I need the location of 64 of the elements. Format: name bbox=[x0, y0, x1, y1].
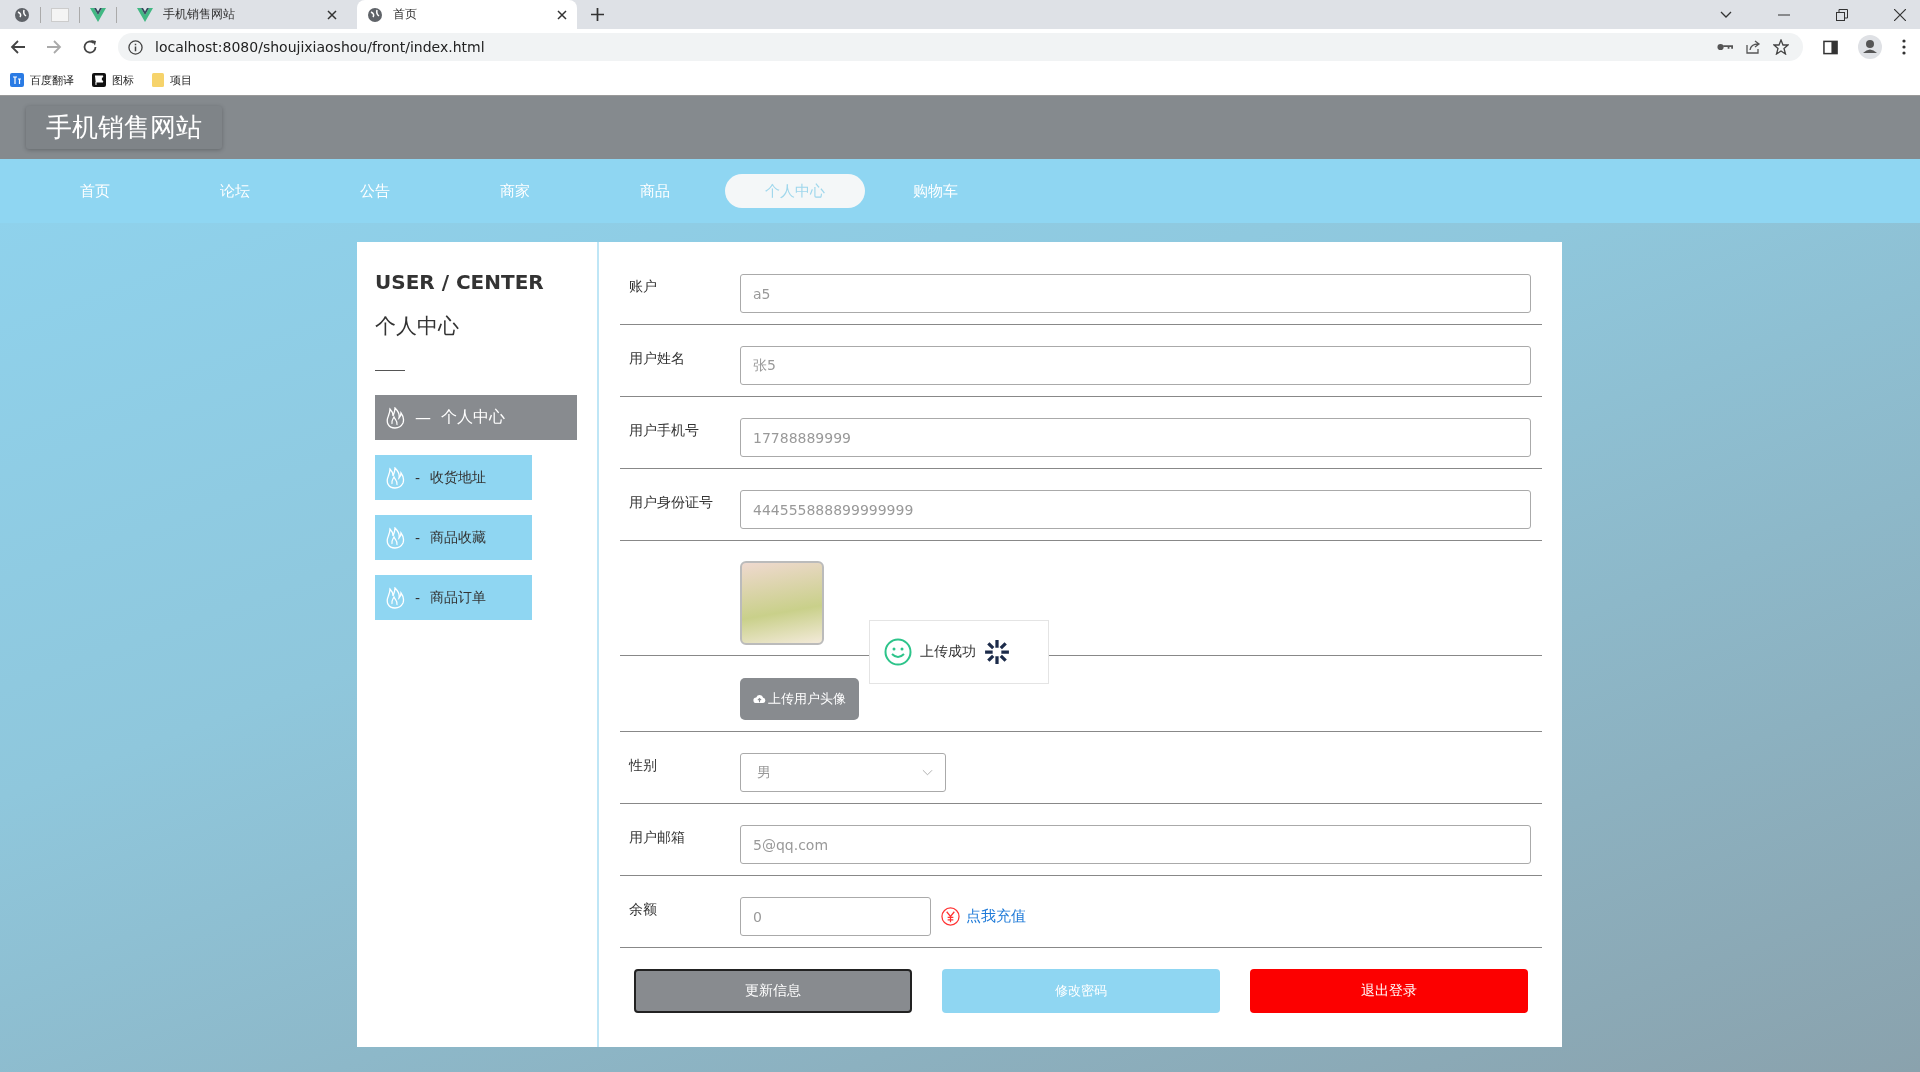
close-icon[interactable] bbox=[557, 9, 567, 20]
bookmark-link[interactable]: 图标 bbox=[112, 72, 134, 88]
input-field[interactable]: 17788889999 bbox=[740, 418, 1531, 457]
info-icon[interactable] bbox=[128, 39, 143, 55]
more-menu-icon[interactable] bbox=[1902, 39, 1906, 55]
chevron-down-icon[interactable] bbox=[1720, 10, 1732, 19]
globe-icon[interactable] bbox=[14, 6, 30, 23]
field-label: 余额 bbox=[629, 900, 658, 919]
section-heading: USER / CENTER bbox=[375, 270, 545, 294]
folder-icon bbox=[152, 73, 164, 87]
bookmark-link[interactable]: 百度翻译 bbox=[30, 72, 74, 88]
sidebar-item[interactable]: - 商品收藏 bbox=[375, 515, 532, 560]
toast-message: 上传成功 bbox=[920, 643, 976, 661]
flag-icon bbox=[92, 73, 106, 87]
browser-tab[interactable]: 首页 bbox=[357, 0, 577, 29]
flame-icon bbox=[385, 466, 405, 489]
close-icon[interactable] bbox=[327, 9, 337, 20]
side-panel-icon[interactable] bbox=[1823, 39, 1838, 55]
new-tab-icon[interactable] bbox=[591, 8, 604, 21]
section-subtitle: 个人中心 bbox=[375, 313, 460, 340]
sidebar-item[interactable]: - 收货地址 bbox=[375, 455, 532, 500]
star-icon[interactable] bbox=[1773, 39, 1789, 55]
smiley-icon bbox=[884, 638, 912, 666]
minimize-icon[interactable] bbox=[1778, 13, 1790, 16]
v-logo-icon bbox=[137, 7, 153, 22]
field-label: 用户身份证号 bbox=[629, 493, 714, 512]
field-label: 用户邮箱 bbox=[629, 828, 686, 847]
url-text[interactable]: localhost:8080/shoujixiaoshou/front/index.html bbox=[155, 39, 485, 55]
back-arrow-icon[interactable] bbox=[10, 39, 26, 55]
input-field[interactable]: 5@qq.com bbox=[740, 825, 1531, 864]
flame-icon bbox=[385, 526, 405, 549]
v-logo-icon[interactable] bbox=[90, 7, 106, 22]
flame-icon bbox=[385, 586, 405, 609]
site-logo[interactable]: 手机销售网站 bbox=[26, 106, 222, 149]
field-label: 性别 bbox=[629, 756, 658, 775]
profile-icon[interactable] bbox=[1858, 35, 1882, 59]
action-button[interactable]: 退出登录 bbox=[1250, 969, 1528, 1013]
browser-tab[interactable]: 手机销售网站 bbox=[127, 0, 347, 29]
cloud-upload-icon bbox=[753, 694, 766, 704]
translate-icon bbox=[10, 73, 24, 87]
input-field[interactable]: 0 bbox=[740, 897, 931, 936]
input-field[interactable]: a5 bbox=[740, 274, 1531, 313]
recharge-link[interactable]: 点我充值 bbox=[966, 897, 1026, 926]
flame-icon bbox=[385, 406, 405, 429]
share-icon[interactable] bbox=[1745, 39, 1761, 55]
reload-icon[interactable] bbox=[82, 39, 98, 55]
sidebar-item[interactable]: — 个人中心 bbox=[375, 395, 577, 440]
input-field[interactable]: 444555888899999999 bbox=[740, 490, 1531, 529]
sidebar-item[interactable]: - 商品订单 bbox=[375, 575, 532, 620]
chevron-down-icon bbox=[922, 769, 933, 776]
restore-icon[interactable] bbox=[1836, 8, 1848, 21]
key-icon[interactable] bbox=[1717, 42, 1733, 52]
spinner-icon bbox=[984, 639, 1010, 665]
upload-button[interactable]: 上传用户头像 bbox=[740, 678, 859, 720]
globe-icon bbox=[367, 6, 383, 23]
field-label: 用户姓名 bbox=[629, 349, 686, 368]
yen-icon bbox=[941, 907, 960, 926]
field-label: 用户手机号 bbox=[629, 421, 700, 440]
field-label: 账户 bbox=[629, 277, 658, 296]
action-button[interactable]: 更新信息 bbox=[634, 969, 912, 1013]
close-icon[interactable] bbox=[1894, 8, 1906, 21]
input-field[interactable]: 张5 bbox=[740, 346, 1531, 385]
select-field[interactable]: 男 bbox=[740, 753, 946, 792]
bookmark-link[interactable]: 项目 bbox=[170, 72, 192, 88]
